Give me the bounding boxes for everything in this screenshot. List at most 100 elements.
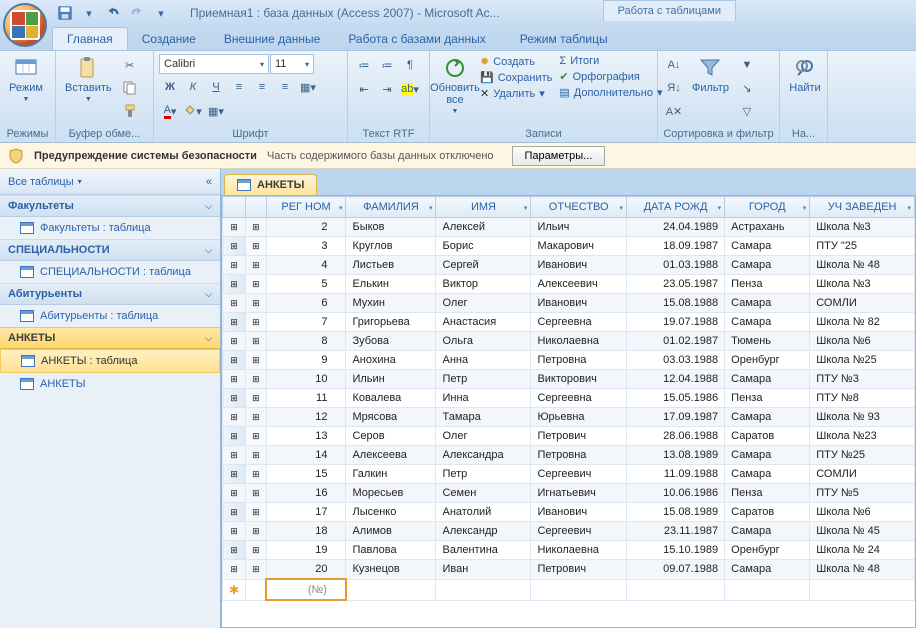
cell[interactable]: Серов <box>346 427 436 446</box>
cell[interactable]: Ильин <box>346 370 436 389</box>
cell[interactable]: 23.11.1987 <box>626 522 724 541</box>
nav-group-header[interactable]: Абитурьенты⌵ <box>0 283 220 305</box>
table-row[interactable]: ⊞⊞12МрясоваТамараЮрьевна17.09.1987Самара… <box>223 408 915 427</box>
row-selector[interactable]: ⊞ <box>223 541 246 560</box>
cell[interactable]: 5 <box>266 275 346 294</box>
align-right-icon[interactable]: ≡ <box>274 76 296 98</box>
bold-icon[interactable]: Ж <box>159 76 181 98</box>
cell[interactable]: Павлова <box>346 541 436 560</box>
cell[interactable]: Олег <box>436 427 531 446</box>
cell[interactable]: 01.03.1988 <box>626 256 724 275</box>
cell[interactable]: Петрович <box>531 560 627 580</box>
nav-group-header[interactable]: Факультеты⌵ <box>0 195 220 217</box>
selection-filter-icon[interactable]: ▼ <box>736 54 758 76</box>
table-row[interactable]: ⊞⊞13СеровОлегПетрович28.06.1988СаратовШк… <box>223 427 915 446</box>
cell[interactable]: 15.08.1989 <box>626 503 724 522</box>
datasheet-grid[interactable]: РЕГ НОМ▾ФАМИЛИЯ▾ИМЯ▾ОТЧЕСТВО▾ДАТА РОЖД▾Г… <box>221 195 916 628</box>
column-header[interactable]: УЧ ЗАВЕДЕН▾ <box>810 197 915 218</box>
expand-icon[interactable]: ⊞ <box>246 218 267 237</box>
qat-dropdown-icon[interactable]: ▾ <box>80 4 98 22</box>
row-selector[interactable]: ⊞ <box>223 389 246 408</box>
new-record-button[interactable]: ✹Создать <box>478 54 554 69</box>
cell[interactable]: Викторович <box>531 370 627 389</box>
cell[interactable]: Сергеевич <box>531 465 627 484</box>
cell[interactable]: Круглов <box>346 237 436 256</box>
cell[interactable]: Школа №25 <box>810 351 915 370</box>
cell[interactable]: 18.09.1987 <box>626 237 724 256</box>
row-selector[interactable]: ⊞ <box>223 370 246 389</box>
cut-icon[interactable]: ✂ <box>119 54 141 76</box>
cell[interactable]: Астрахань <box>725 218 810 237</box>
nav-group-header[interactable]: АНКЕТЫ⌵ <box>0 327 220 349</box>
cell[interactable]: ПТУ №3 <box>810 370 915 389</box>
cell[interactable]: Листьев <box>346 256 436 275</box>
align-center-icon[interactable]: ≡ <box>251 76 273 98</box>
table-row[interactable]: ⊞⊞20КузнецовИванПетрович09.07.1988Самара… <box>223 560 915 580</box>
row-selector[interactable]: ⊞ <box>223 294 246 313</box>
highlight-icon[interactable]: ab▾ <box>399 78 421 100</box>
table-row[interactable]: ⊞⊞7ГригорьеваАнастасияСергеевна19.07.198… <box>223 313 915 332</box>
nav-item[interactable]: Факультеты : таблица <box>0 217 220 239</box>
cell[interactable]: 24.04.1989 <box>626 218 724 237</box>
list-bullet-icon[interactable]: ≔ <box>353 54 375 76</box>
table-row[interactable]: ⊞⊞6МухинОлегИванович15.08.1988СамараСОМЛ… <box>223 294 915 313</box>
row-selector[interactable]: ⊞ <box>223 237 246 256</box>
cell[interactable]: Школа № 45 <box>810 522 915 541</box>
font-color-icon[interactable]: A▾ <box>159 100 181 122</box>
cell[interactable]: Анна <box>436 351 531 370</box>
row-selector[interactable]: ⊞ <box>223 408 246 427</box>
row-selector[interactable]: ⊞ <box>223 313 246 332</box>
cell[interactable]: 9 <box>266 351 346 370</box>
advanced-filter-icon[interactable]: ↘ <box>736 77 758 99</box>
row-selector[interactable]: ⊞ <box>223 446 246 465</box>
tab-create[interactable]: Создание <box>128 28 210 50</box>
expand-icon[interactable]: ⊞ <box>246 370 267 389</box>
office-button[interactable] <box>3 3 47 47</box>
redo-icon[interactable] <box>128 4 146 22</box>
cell[interactable]: Самара <box>725 465 810 484</box>
cell[interactable]: Пенза <box>725 484 810 503</box>
table-row[interactable]: ⊞⊞2БыковАлексейИльич24.04.1989АстраханьШ… <box>223 218 915 237</box>
cell[interactable]: Школа № 93 <box>810 408 915 427</box>
cell[interactable]: Лысенко <box>346 503 436 522</box>
cell[interactable]: Самара <box>725 256 810 275</box>
cell[interactable]: Школа № 24 <box>810 541 915 560</box>
row-selector[interactable]: ⊞ <box>223 465 246 484</box>
cell[interactable]: Самара <box>725 237 810 256</box>
cell[interactable]: Анатолий <box>436 503 531 522</box>
cell[interactable]: Самара <box>725 408 810 427</box>
toggle-filter-icon[interactable]: ▽ <box>736 100 758 122</box>
cell[interactable]: 19.07.1988 <box>626 313 724 332</box>
cell[interactable]: Александра <box>436 446 531 465</box>
column-header[interactable]: ДАТА РОЖД▾ <box>626 197 724 218</box>
cell[interactable]: Самара <box>725 560 810 580</box>
expand-icon[interactable]: ⊞ <box>246 275 267 294</box>
cell[interactable]: Петрович <box>531 427 627 446</box>
cell[interactable]: Ольга <box>436 332 531 351</box>
cell[interactable]: Оренбург <box>725 541 810 560</box>
cell[interactable]: 4 <box>266 256 346 275</box>
cell[interactable]: 11 <box>266 389 346 408</box>
paste-button[interactable]: Вставить▼ <box>61 54 116 105</box>
cell[interactable]: 15.08.1988 <box>626 294 724 313</box>
cell[interactable]: 28.06.1988 <box>626 427 724 446</box>
cell[interactable]: Саратов <box>725 503 810 522</box>
cell[interactable]: 3 <box>266 237 346 256</box>
cell[interactable]: 15.05.1986 <box>626 389 724 408</box>
cell[interactable]: Алексеева <box>346 446 436 465</box>
cell[interactable]: 12 <box>266 408 346 427</box>
column-header[interactable]: ОТЧЕСТВО▾ <box>531 197 627 218</box>
cell[interactable]: Виктор <box>436 275 531 294</box>
expand-icon[interactable]: ⊞ <box>246 427 267 446</box>
cell[interactable]: Зубова <box>346 332 436 351</box>
gridlines-icon[interactable]: ▦▾ <box>297 76 319 98</box>
cell[interactable]: Школа №23 <box>810 427 915 446</box>
cell[interactable]: 17 <box>266 503 346 522</box>
italic-icon[interactable]: К <box>182 76 204 98</box>
filter-button[interactable]: Фильтр <box>688 54 733 96</box>
cell[interactable]: 19 <box>266 541 346 560</box>
cell[interactable]: Григорьева <box>346 313 436 332</box>
cell[interactable]: Алексей <box>436 218 531 237</box>
cell[interactable]: Школа №6 <box>810 332 915 351</box>
font-size-combo[interactable]: 11▾ <box>270 54 314 74</box>
